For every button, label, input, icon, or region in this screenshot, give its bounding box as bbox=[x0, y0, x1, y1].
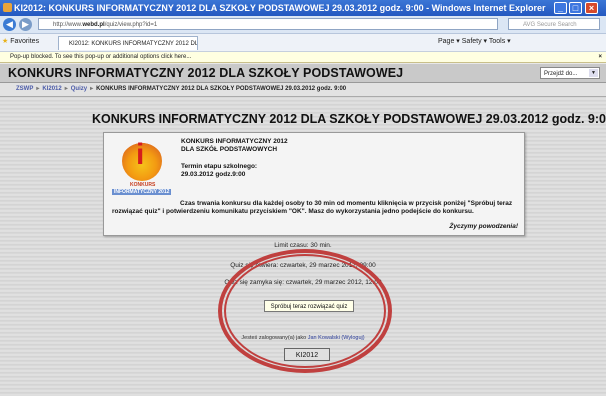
breadcrumb: ZSWP ▸ KI2012 ▸ Quizy ▸ KONKURS INFORMATYCZNY … bbox=[16, 85, 346, 92]
contest-logo: i KONKURS INFORMATYCZNY 2012 bbox=[112, 139, 174, 197]
chevron-down-icon: ▼ bbox=[589, 69, 598, 77]
quiz-intro-box: i KONKURS INFORMATYCZNY 2012 KONKURS INF… bbox=[103, 132, 525, 236]
box-description: Czas trwania konkursu dla każdej osoby t… bbox=[112, 200, 513, 215]
box-wish: Życzymy powodzenia! bbox=[449, 223, 518, 230]
close-button[interactable]: × bbox=[585, 2, 598, 14]
window-titlebar: KI2012: KONKURS INFORMATYCZNY 2012 DLA S… bbox=[0, 0, 606, 16]
term-line2: 29.03.2012 godz.9:00 bbox=[181, 171, 246, 178]
search-input[interactable]: AVG Secure Search bbox=[508, 18, 600, 30]
breadcrumb-quizy[interactable]: Quizy bbox=[71, 86, 87, 92]
jump-label: Przejdź do... bbox=[544, 71, 578, 77]
breadcrumb-zswp[interactable]: ZSWP bbox=[16, 86, 33, 92]
breadcrumb-separator: ▸ bbox=[64, 86, 68, 92]
logo-letter: i bbox=[136, 138, 145, 171]
site-header: KONKURS INFORMATYCZNY 2012 DLA SZKOŁY PO… bbox=[0, 64, 606, 83]
address-input[interactable]: http://www.webd.pl/quiz/view.php?id=1 bbox=[38, 18, 498, 30]
box-title-line1: KONKURS INFORMATYCZNY 2012 bbox=[181, 138, 288, 145]
breadcrumb-ki2012[interactable]: KI2012 bbox=[42, 86, 61, 92]
box-term: Termin etapu szkolnego: 29.03.2012 godz.… bbox=[181, 163, 257, 179]
box-title-line2: DLA SZKÓŁ PODSTAWOWYCH bbox=[181, 146, 278, 153]
favorites-bar: Favorites KI2012: KONKURS INFORMATYCZNY … bbox=[0, 34, 606, 52]
command-bar[interactable]: Page ▾ Safety ▾ Tools ▾ bbox=[438, 37, 511, 45]
breadcrumb-current: KONKURS INFORMATYCZNY 2012 DLA SZKOŁY PO… bbox=[96, 86, 347, 92]
minimize-button[interactable]: _ bbox=[554, 2, 567, 14]
address-domain: webd.pl bbox=[82, 22, 105, 28]
favorites-button[interactable]: Favorites bbox=[2, 37, 39, 45]
logo-text-1: KONKURS bbox=[130, 182, 156, 188]
jump-to-select[interactable]: Przejdź do... ▼ bbox=[540, 67, 600, 79]
infobar-text: Pop-up blocked. To see this pop-up or ad… bbox=[10, 54, 192, 60]
forward-button[interactable]: ▶ bbox=[19, 18, 32, 31]
breadcrumb-bar: ZSWP ▸ KI2012 ▸ Quizy ▸ KONKURS INFORMATYCZNY … bbox=[0, 83, 606, 97]
term-line1: Termin etapu szkolnego: bbox=[181, 163, 258, 170]
main-content: KONKURS INFORMATYCZNY 2012 DLA SZKOŁY PO… bbox=[0, 97, 606, 396]
address-bar-row: ◀ ▶ http://www.webd.pl/quiz/view.php?id=… bbox=[0, 16, 606, 34]
time-limit: Limit czasu: 30 min. bbox=[274, 242, 332, 249]
popup-blocked-bar[interactable]: Pop-up blocked. To see this pop-up or ad… bbox=[0, 52, 606, 63]
close-icon[interactable]: × bbox=[598, 52, 602, 63]
back-button[interactable]: ◀ bbox=[3, 18, 16, 31]
address-prefix: http://www. bbox=[53, 22, 83, 28]
site-title: KONKURS INFORMATYCZNY 2012 DLA SZKOŁY PO… bbox=[8, 66, 404, 80]
highlight-oval-inner bbox=[224, 254, 386, 368]
maximize-button[interactable]: □ bbox=[569, 2, 582, 14]
breadcrumb-separator: ▸ bbox=[36, 86, 40, 92]
box-title: KONKURS INFORMATYCZNY 2012 DLA SZKÓŁ POD… bbox=[181, 138, 288, 154]
page-title: KONKURS INFORMATYCZNY 2012 DLA SZKOŁY PO… bbox=[92, 112, 606, 126]
logo-text-2: INFORMATYCZNY 2012 bbox=[112, 189, 172, 195]
browser-tab[interactable]: KI2012: KONKURS INFORMATYCZNY 2012 DLA S… bbox=[58, 36, 198, 50]
window-title: KI2012: KONKURS INFORMATYCZNY 2012 DLA S… bbox=[14, 3, 546, 13]
address-rest: /quiz/view.php?id=1 bbox=[104, 22, 158, 28]
ie-icon bbox=[3, 3, 12, 12]
breadcrumb-separator: ▸ bbox=[90, 86, 94, 92]
